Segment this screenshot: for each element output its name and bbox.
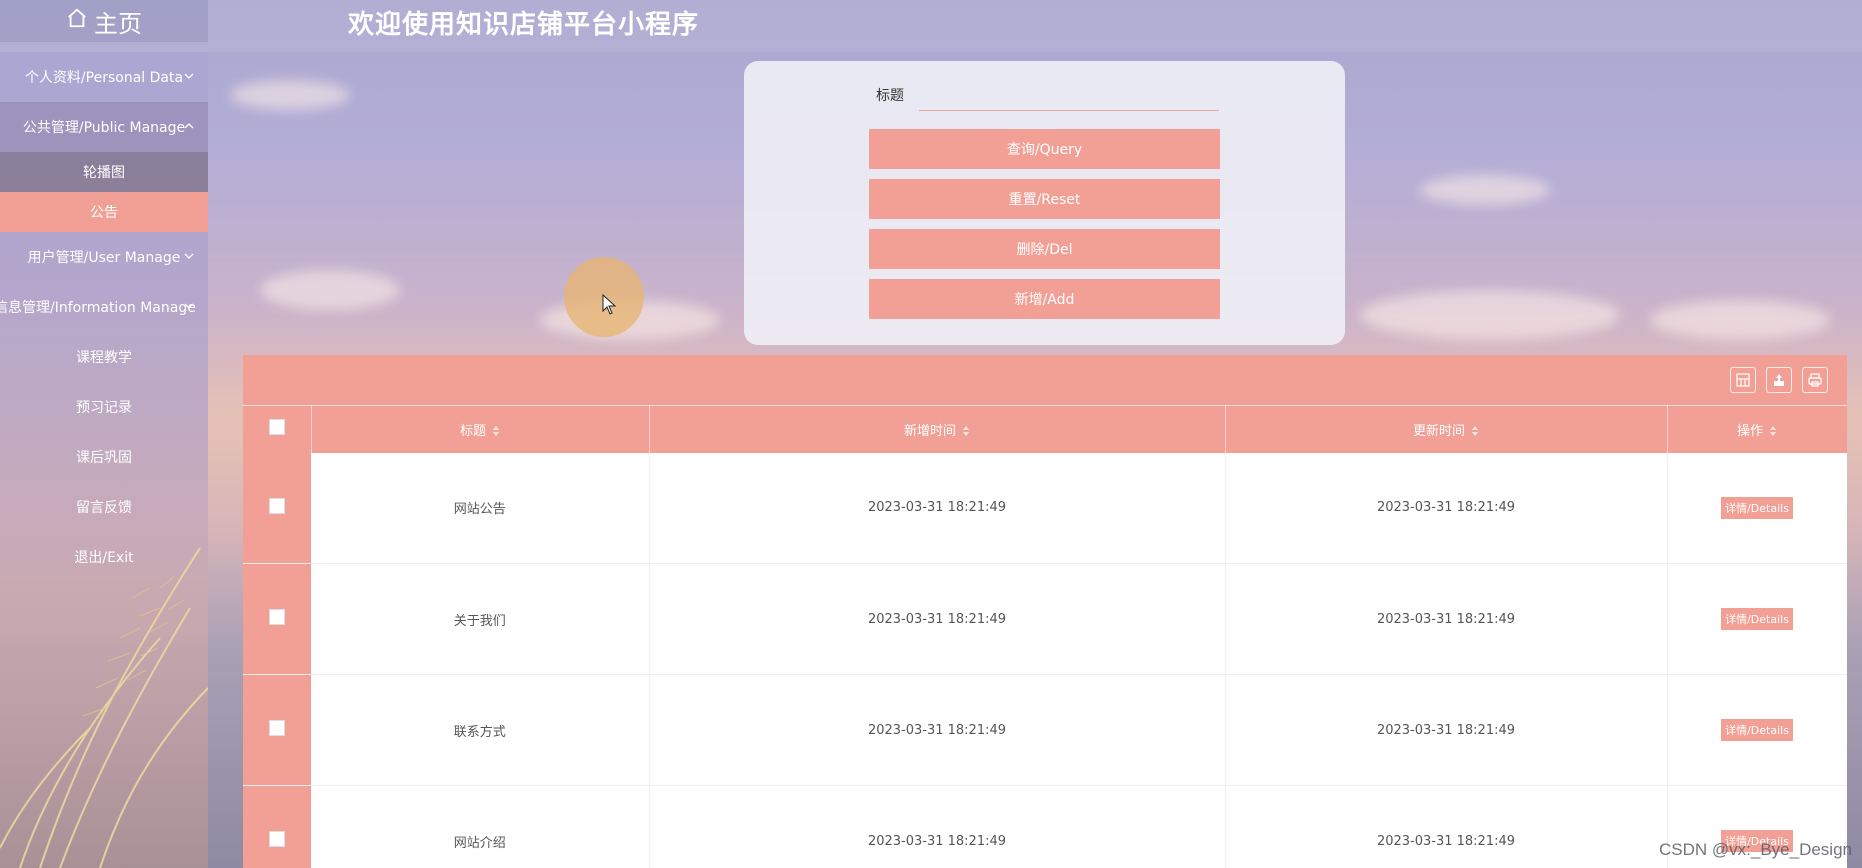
search-title-input[interactable] <box>919 81 1219 111</box>
top-bar: 主页 欢迎使用知识店铺平台小程序 <box>0 0 1862 52</box>
select-all-checkbox[interactable] <box>268 419 285 436</box>
cell-created: 2023-03-31 18:21:49 <box>649 563 1226 675</box>
cell-updated: 2023-03-31 18:21:49 <box>1225 452 1668 564</box>
export-icon <box>1774 374 1784 386</box>
cell-updated: 2023-03-31 18:21:49 <box>1225 785 1668 868</box>
grid-icon <box>1736 373 1750 387</box>
row-select-cell <box>243 452 311 564</box>
table-header-row: 标题 新增时间 更新时间 操作 <box>243 405 1847 453</box>
sidebar-group-user-manage[interactable]: 用户管理/User Manage <box>0 232 208 282</box>
sort-icon <box>493 426 499 437</box>
sidebar-item-exit[interactable]: 退出/Exit <box>0 532 208 582</box>
data-table-container: 标题 新增时间 更新时间 操作 网站公告 2023-03-31 18:21:49… <box>243 355 1847 868</box>
table-row: 网站公告 2023-03-31 18:21:49 2023-03-31 18:2… <box>243 452 1847 564</box>
reset-button[interactable]: 重置/Reset <box>869 179 1220 219</box>
row-select-cell <box>243 563 311 675</box>
column-header-updated[interactable]: 更新时间 <box>1225 405 1668 453</box>
query-button[interactable]: 查询/Query <box>869 129 1220 169</box>
home-label: 主页 <box>94 9 142 38</box>
sidebar-group-public-manage[interactable]: 公共管理/Public Manage <box>0 102 208 152</box>
sidebar-submenu: 轮播图 公告 <box>0 152 208 232</box>
sort-icon <box>1770 426 1776 437</box>
background-cloud <box>1650 300 1830 340</box>
sidebar-group-label: 信息管理/Information Manage <box>0 300 196 316</box>
cell-updated: 2023-03-31 18:21:49 <box>1225 674 1668 786</box>
chevron-down-icon <box>184 253 194 259</box>
print-icon <box>1808 373 1822 387</box>
chevron-up-icon <box>184 123 194 129</box>
cell-title: 网站介绍 <box>311 785 650 868</box>
cell-created: 2023-03-31 18:21:49 <box>649 785 1226 868</box>
cell-created: 2023-03-31 18:21:49 <box>649 674 1226 786</box>
search-title-label: 标题 <box>876 88 904 104</box>
details-button[interactable]: 详情/Details <box>1721 719 1793 741</box>
table-row: 联系方式 2023-03-31 18:21:49 2023-03-31 18:2… <box>243 674 1847 786</box>
sidebar-group-information-manage[interactable]: 信息管理/Information Manage <box>0 282 208 332</box>
row-checkbox[interactable] <box>269 720 285 736</box>
column-header-created[interactable]: 新增时间 <box>649 405 1226 453</box>
mouse-cursor-icon <box>602 294 617 315</box>
cell-updated: 2023-03-31 18:21:49 <box>1225 563 1668 675</box>
add-button[interactable]: 新增/Add <box>869 279 1220 319</box>
cell-actions: 详情/Details <box>1667 563 1847 675</box>
chevron-down-icon <box>184 303 194 309</box>
cell-title: 网站公告 <box>311 452 650 564</box>
row-select-cell <box>243 674 311 786</box>
sidebar-item-notice[interactable]: 公告 <box>0 192 208 232</box>
sort-icon <box>1472 426 1478 437</box>
cell-actions: 详情/Details <box>1667 674 1847 786</box>
background-cloud <box>1360 290 1620 340</box>
row-select-cell <box>243 785 311 868</box>
export-button[interactable] <box>1766 367 1792 393</box>
row-checkbox[interactable] <box>269 831 285 847</box>
sidebar-group-label: 公共管理/Public Manage <box>22 120 186 136</box>
table-row: 网站介绍 2023-03-31 18:21:49 2023-03-31 18:2… <box>243 785 1847 868</box>
cell-title: 关于我们 <box>311 563 650 675</box>
sidebar-item-after-class[interactable]: 课后巩固 <box>0 432 208 482</box>
chevron-down-icon <box>184 73 194 79</box>
column-header-title[interactable]: 标题 <box>311 405 650 453</box>
search-panel: 标题 查询/Query 重置/Reset 删除/Del 新增/Add <box>744 61 1345 345</box>
home-icon <box>66 7 88 35</box>
cell-actions: 详情/Details <box>1667 452 1847 564</box>
delete-button[interactable]: 删除/Del <box>869 229 1220 269</box>
sidebar: 个人资料/Personal Data 公共管理/Public Manage 轮播… <box>0 52 208 868</box>
row-checkbox[interactable] <box>269 609 285 625</box>
details-button[interactable]: 详情/Details <box>1721 496 1793 519</box>
table-row: 关于我们 2023-03-31 18:21:49 2023-03-31 18:2… <box>243 563 1847 675</box>
row-checkbox[interactable] <box>269 497 285 514</box>
select-all-header <box>243 405 312 453</box>
column-header-actions[interactable]: 操作 <box>1667 405 1847 453</box>
sidebar-group-label: 个人资料/Personal Data <box>24 70 184 86</box>
column-toggle-button[interactable] <box>1730 367 1756 393</box>
watermark: CSDN @vx:_Bye_Design <box>1659 840 1852 859</box>
background-cloud <box>230 80 350 110</box>
background-cloud <box>1420 175 1550 205</box>
details-button[interactable]: 详情/Details <box>1721 608 1793 630</box>
site-title: 欢迎使用知识店铺平台小程序 <box>348 10 700 40</box>
sidebar-item-preview-records[interactable]: 预习记录 <box>0 382 208 432</box>
cell-title: 联系方式 <box>311 674 650 786</box>
data-table: 标题 新增时间 更新时间 操作 网站公告 2023-03-31 18:21:49… <box>243 405 1847 868</box>
sidebar-group-label: 用户管理/User Manage <box>27 250 181 266</box>
home-link[interactable]: 主页 <box>0 0 208 42</box>
print-button[interactable] <box>1802 367 1828 393</box>
sort-icon <box>963 426 969 437</box>
table-toolbar <box>243 355 1847 405</box>
sidebar-item-feedback[interactable]: 留言反馈 <box>0 482 208 532</box>
sidebar-item-carousel[interactable]: 轮播图 <box>0 152 208 192</box>
cell-created: 2023-03-31 18:21:49 <box>649 452 1226 564</box>
sidebar-group-personal-data[interactable]: 个人资料/Personal Data <box>0 52 208 102</box>
sidebar-item-course-teaching[interactable]: 课程教学 <box>0 332 208 382</box>
background-cloud <box>260 270 400 310</box>
